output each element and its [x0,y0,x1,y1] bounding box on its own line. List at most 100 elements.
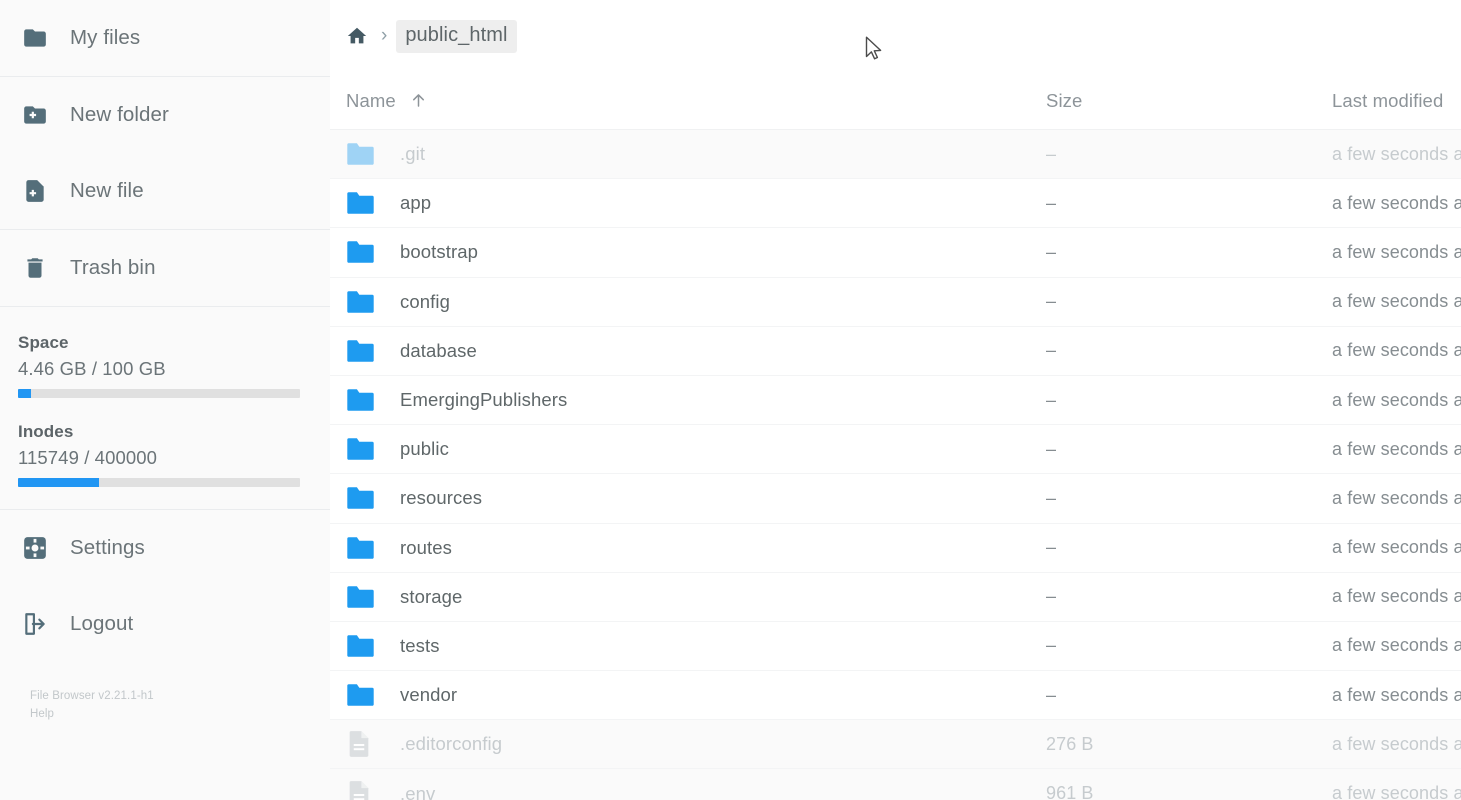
table-cell-name: .git [346,139,1046,169]
table-cell-name: resources [346,483,1046,513]
table-row[interactable]: .git – a few seconds ago [330,130,1461,180]
folder-row-icon [346,680,376,710]
file-name-label: .editorconfig [400,733,503,755]
table-cell-name: vendor [346,680,1046,710]
table-row[interactable]: storage – a few seconds ago [330,573,1461,622]
sidebar-item-my-files[interactable]: My files [0,0,330,76]
breadcrumb: › public_html [330,0,1461,72]
sidebar-nav-trash: Trash bin [0,230,330,306]
file-name-label: storage [400,585,463,607]
table-cell-last-modified: a few seconds ago [1332,241,1461,262]
sidebar-item-new-folder[interactable]: New folder [0,77,330,153]
sidebar-item-label: Logout [70,612,134,635]
table-row[interactable]: EmergingPublishers – a few seconds ago [330,376,1461,426]
sidebar-item-label: Trash bin [70,256,156,279]
file-browser-app: My files New folder New file Trash bin Sp… [0,0,1461,800]
file-name-label: EmergingPublishers [400,389,568,411]
file-row-icon [346,779,376,800]
inodes-usage-bar [18,478,300,487]
table-row[interactable]: app – a few seconds ago [330,179,1461,229]
sidebar-item-logout[interactable]: Logout [0,586,330,662]
inodes-usage-value: 115749 / 400000 [18,447,158,468]
table-cell-last-modified: a few seconds ago [1332,438,1461,459]
file-name-label: app [400,192,432,214]
table-cell-size: – [1046,241,1057,262]
table-cell-size: – [1046,340,1057,361]
gear-icon [22,535,48,561]
table-cell-size: – [1046,487,1057,508]
file-table-body: .git – a few seconds ago app – a few seconds … [330,130,1461,800]
sidebar-item-trash-bin[interactable]: Trash bin [0,230,330,306]
space-usage-value: 4.46 GB / 100 GB [18,358,166,379]
folder-icon [22,25,48,51]
inodes-usage-title: Inodes [18,422,74,441]
space-usage-bar [18,389,300,398]
folder-row-icon [346,237,376,267]
folder-row-icon [346,336,376,366]
table-row[interactable]: config – a few seconds ago [330,278,1461,327]
breadcrumb-separator: › [381,25,388,46]
table-cell-size: – [1046,438,1057,459]
file-name-label: public [400,438,449,460]
trash-icon [22,255,48,281]
table-row[interactable]: .editorconfig 276 B a few seconds ago [330,720,1461,770]
file-name-label: database [400,339,477,361]
table-cell-last-modified: a few seconds ago [1332,733,1461,754]
column-header-last-modified-label: Last modified [1332,89,1444,111]
file-name-label: config [400,290,450,312]
table-cell-size: – [1046,192,1057,213]
table-row[interactable]: bootstrap – a few seconds ago [330,228,1461,278]
logout-icon [22,611,48,637]
table-cell-name: app [346,188,1046,218]
space-usage-fill [18,389,31,398]
file-name-label: .git [400,143,426,165]
column-header-name[interactable]: Name [346,90,1046,112]
column-header-last-modified[interactable]: Last modified [1332,90,1461,112]
file-name-label: routes [400,536,453,558]
column-header-name-label: Name [346,89,396,111]
sidebar-nav-bottom: Settings Logout [0,510,330,662]
folder-row-icon [346,188,376,218]
file-table-header: Name Size Last modified [330,72,1461,130]
table-cell-name: .env [346,779,1046,800]
column-header-size[interactable]: Size [1046,90,1332,112]
breadcrumb-item-public-html[interactable]: public_html [396,19,517,53]
sidebar-item-new-file[interactable]: New file [0,153,330,229]
table-cell-name: tests [346,631,1046,661]
table-cell-size: – [1046,537,1057,558]
sidebar-item-label: My files [70,26,141,49]
folder-row-icon [346,483,376,513]
sidebar-footer: File Browser v2.21.1-h1 Help [0,662,330,724]
table-row[interactable]: database – a few seconds ago [330,327,1461,376]
app-version-label: File Browser v2.21.1-h1 [30,690,154,702]
table-cell-name: storage [346,582,1046,612]
home-icon[interactable] [342,21,372,51]
space-usage-title: Space [18,333,69,352]
table-row[interactable]: routes – a few seconds ago [330,524,1461,573]
table-cell-size: 961 B [1046,783,1094,800]
table-cell-name: public [346,434,1046,464]
table-row[interactable]: public – a few seconds ago [330,425,1461,475]
storage-usage-panel: Space 4.46 GB / 100 GB Inodes 115749 / 4… [0,307,330,509]
sidebar-item-label: New folder [70,103,169,126]
table-cell-size: – [1046,143,1057,164]
table-cell-size: – [1046,684,1057,705]
main-content: › public_html Name Size Last modified .g… [330,0,1461,800]
file-plus-icon [22,178,48,204]
table-row[interactable]: .env 961 B a few seconds ago [330,769,1461,800]
table-cell-last-modified: a few seconds ago [1332,783,1461,800]
table-cell-size: 276 B [1046,733,1094,754]
table-row[interactable]: vendor – a few seconds ago [330,671,1461,721]
folder-row-icon [346,139,376,169]
inodes-usage-fill [18,478,100,487]
help-link[interactable]: Help [30,706,330,724]
sidebar-item-settings[interactable]: Settings [0,510,330,586]
table-cell-last-modified: a few seconds ago [1332,537,1461,558]
table-row[interactable]: resources – a few seconds ago [330,474,1461,524]
table-row[interactable]: tests – a few seconds ago [330,622,1461,672]
sidebar: My files New folder New file Trash bin Sp… [0,0,330,800]
table-cell-size: – [1046,389,1057,410]
file-row-icon [346,729,376,759]
sidebar-nav-create: New folder New file [0,77,330,229]
table-cell-size: – [1046,291,1057,312]
